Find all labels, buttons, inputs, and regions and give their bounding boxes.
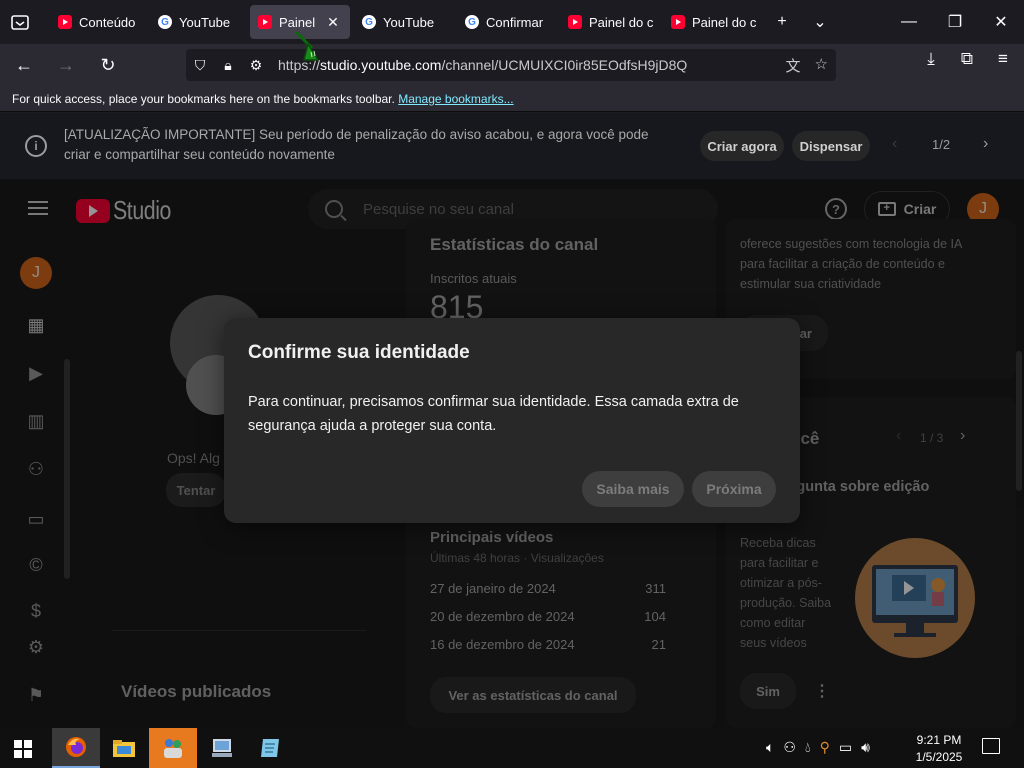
tab-overflow-button[interactable]: ⌄ — [801, 0, 839, 44]
tab-label: Painel do c — [589, 14, 654, 30]
network-tray-icon[interactable]: ▭ — [839, 739, 852, 756]
youtube-favicon-icon — [671, 15, 685, 29]
arrow-right-icon: → — [57, 54, 75, 75]
folder-icon — [113, 740, 135, 757]
url-path: /channel/UCMUIXCI0ir85EOdfsH9jD8Q — [441, 57, 688, 73]
new-tab-button[interactable]: + — [763, 0, 801, 44]
google-favicon-icon: G — [362, 15, 376, 29]
download-icon[interactable]: ⤓ — [920, 49, 942, 69]
tab-label: Confirmar — [486, 14, 544, 30]
next-label: Próxima — [706, 481, 762, 497]
tab-5[interactable]: G Confirmar — [457, 5, 560, 39]
learn-more-label: Saiba mais — [596, 481, 670, 497]
shield-icon[interactable]: ⛉ — [186, 57, 214, 74]
people-tray-icon[interactable]: ⚇ — [783, 739, 796, 756]
lock-icon[interactable]: 🔒︎ — [214, 57, 242, 74]
arrow-left-icon: ← — [15, 54, 33, 75]
tab-label: YouTube — [383, 14, 435, 30]
tab-2[interactable]: G YouTube — [150, 5, 250, 39]
bookmark-star-icon[interactable]: ☆ — [815, 55, 828, 76]
notepad-icon — [261, 739, 279, 757]
clock-date: 1/5/2025 — [915, 750, 963, 764]
speaker-tray-icon[interactable]: 🔈︎ — [766, 739, 774, 756]
tab-label: Painel do c — [692, 14, 757, 30]
taskbar-firefox[interactable] — [52, 728, 100, 768]
bookmarks-toolbar: For quick access, place your bookmarks h… — [0, 86, 1024, 112]
screen: Conteúdo G YouTube Painel ✕ G YouTube G Conf… — [0, 0, 1024, 768]
tab-strip: Conteúdo G YouTube Painel ✕ G YouTube G Conf… — [0, 0, 1024, 44]
url-domain: studio.youtube.com — [320, 57, 442, 73]
tab-7[interactable]: Painel do c — [663, 5, 763, 39]
notice-counter: 1/2 — [932, 137, 951, 152]
mouse-cursor-icon — [294, 30, 320, 61]
volume-tray-icon[interactable]: 🔊︎ — [861, 739, 870, 756]
dismiss-label: Dispensar — [799, 138, 863, 154]
windows-taskbar: 🔈︎ ⚇ 💧︎ ⚲ ▭ 🔊︎ 9:21 PM 1/5/2025 — [0, 728, 1024, 768]
next-button[interactable]: Próxima — [692, 471, 776, 507]
extensions-icon[interactable]: ⧉ — [956, 49, 978, 69]
chevron-right-icon[interactable]: › — [983, 135, 988, 153]
clock-time: 9:21 PM — [916, 733, 962, 747]
minimize-icon: — — [901, 13, 917, 30]
close-tab-icon[interactable]: ✕ — [327, 14, 339, 31]
close-window-button[interactable]: ✕ — [978, 0, 1024, 44]
restore-icon: ❐ — [947, 14, 963, 31]
people-app-icon — [164, 739, 182, 758]
tab-label: YouTube — [179, 14, 231, 30]
dialog-body: Para continuar, precisamos confirmar sua… — [248, 394, 739, 434]
address-bar[interactable]: ⛉ 🔒︎ ⚙ https://studio.youtube.com/channe… — [186, 49, 836, 81]
google-favicon-icon: G — [465, 15, 479, 29]
tab-1[interactable]: Conteúdo — [50, 5, 150, 39]
bookmarks-hint: For quick access, place your bookmarks h… — [12, 92, 395, 106]
forward-button[interactable]: → — [48, 49, 84, 81]
droplet-tray-icon[interactable]: 💧︎ — [805, 739, 811, 756]
taskbar-file-explorer[interactable] — [100, 728, 148, 768]
permissions-icon[interactable]: ⚙ — [242, 57, 270, 74]
tab-4[interactable]: G YouTube — [354, 5, 457, 39]
list-all-tabs-button[interactable] — [0, 0, 40, 44]
notice-banner: i [ATUALIZAÇÃO IMPORTANTE] Seu período d… — [0, 113, 1024, 179]
tab-list-icon — [11, 15, 29, 30]
translate-icon[interactable]: 文 — [786, 55, 801, 76]
back-button[interactable]: ← — [6, 49, 42, 81]
youtube-favicon-icon — [258, 15, 272, 29]
youtube-favicon-icon — [58, 15, 72, 29]
chevron-left-icon[interactable]: ‹ — [892, 135, 897, 153]
notice-text: [ATUALIZAÇÃO IMPORTANTE] Seu período de … — [64, 127, 649, 162]
tab-6[interactable]: Painel do c — [560, 5, 663, 39]
tab-label: Painel — [279, 14, 316, 30]
minimize-button[interactable]: — — [886, 0, 932, 44]
reload-icon: ↻ — [100, 54, 116, 75]
manage-bookmarks-link[interactable]: Manage bookmarks... — [398, 92, 513, 106]
restore-button[interactable]: ❐ — [932, 0, 978, 44]
youtube-favicon-icon — [568, 15, 582, 29]
info-icon: i — [25, 135, 47, 157]
taskbar-app-3[interactable] — [149, 728, 197, 768]
learn-more-button[interactable]: Saiba mais — [582, 471, 684, 507]
identity-confirm-dialog: Confirme sua identidade Para continuar, … — [224, 318, 800, 523]
dialog-title: Confirme sua identidade — [248, 342, 470, 363]
windows-start-icon[interactable] — [14, 740, 32, 758]
taskbar-clock[interactable]: 9:21 PM 1/5/2025 — [904, 732, 974, 766]
dismiss-button[interactable]: Dispensar — [792, 131, 870, 161]
navigation-toolbar: ← → ↻ ⛉ 🔒︎ ⚙ https://studio.youtube.com/… — [0, 44, 1024, 86]
google-favicon-icon: G — [158, 15, 172, 29]
menu-icon[interactable]: ≡ — [992, 49, 1014, 69]
computer-icon — [212, 739, 232, 757]
notifications-icon[interactable] — [982, 738, 1000, 754]
tab-label: Conteúdo — [79, 14, 136, 30]
taskbar-app-5[interactable] — [246, 728, 294, 768]
create-now-label: Criar agora — [707, 138, 777, 154]
url-text[interactable]: https://studio.youtube.com/channel/UCMUI… — [278, 57, 687, 73]
chevron-down-icon: ⌄ — [813, 14, 827, 31]
close-icon: ✕ — [994, 14, 1008, 31]
search-tray-icon[interactable]: ⚲ — [820, 739, 830, 756]
firefox-icon — [66, 737, 86, 757]
plus-icon: + — [777, 13, 787, 30]
create-now-button[interactable]: Criar agora — [700, 131, 784, 161]
taskbar-app-4[interactable] — [198, 728, 246, 768]
reload-button[interactable]: ↻ — [90, 49, 126, 81]
